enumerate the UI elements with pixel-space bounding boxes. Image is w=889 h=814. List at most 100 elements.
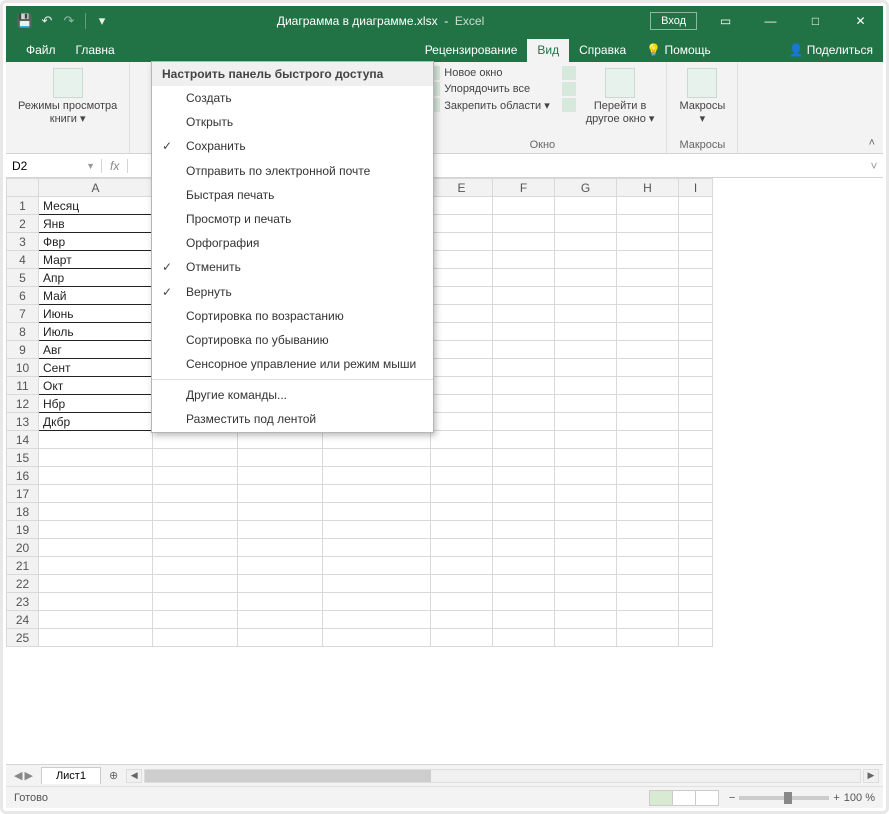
cell[interactable] <box>617 575 679 593</box>
cell[interactable] <box>493 395 555 413</box>
page-layout-view-button[interactable] <box>672 790 696 806</box>
cell[interactable] <box>431 323 493 341</box>
tab-review[interactable]: Рецензирование <box>415 39 528 62</box>
cell[interactable] <box>493 557 555 575</box>
cell[interactable] <box>431 503 493 521</box>
cell[interactable] <box>238 575 323 593</box>
cell[interactable] <box>323 431 431 449</box>
cell[interactable] <box>555 251 617 269</box>
hscroll-thumb[interactable] <box>145 770 431 782</box>
cell[interactable] <box>493 521 555 539</box>
chevron-down-icon[interactable]: ▼ <box>86 161 95 171</box>
cell[interactable] <box>323 629 431 647</box>
cell[interactable] <box>39 575 153 593</box>
row-header[interactable]: 14 <box>7 431 39 449</box>
name-box[interactable]: D2▼ <box>6 159 102 173</box>
zoom-level[interactable]: 100 % <box>844 792 875 804</box>
cell[interactable] <box>555 269 617 287</box>
hscroll-right-icon[interactable]: ▶ <box>863 769 879 783</box>
cell[interactable] <box>431 413 493 431</box>
row-header[interactable]: 12 <box>7 395 39 413</box>
cell[interactable] <box>617 377 679 395</box>
switch-windows-button[interactable]: Перейти в другое окно ▾ <box>582 66 659 127</box>
cell[interactable] <box>555 575 617 593</box>
cell[interactable] <box>679 539 713 557</box>
freeze-panes-button[interactable]: Закрепить области ▾ <box>426 98 549 112</box>
cell[interactable] <box>431 539 493 557</box>
cell[interactable]: Июль <box>39 323 153 341</box>
cell[interactable] <box>493 413 555 431</box>
fx-icon[interactable]: fx <box>102 159 128 173</box>
cell[interactable] <box>493 215 555 233</box>
cell[interactable] <box>431 611 493 629</box>
cell[interactable] <box>679 575 713 593</box>
cell[interactable] <box>323 611 431 629</box>
cell[interactable] <box>679 233 713 251</box>
row-header[interactable]: 25 <box>7 629 39 647</box>
redo-icon[interactable]: ↷ <box>60 12 78 30</box>
cell[interactable] <box>493 251 555 269</box>
cell[interactable] <box>679 611 713 629</box>
cell[interactable] <box>617 413 679 431</box>
undo-icon[interactable]: ↶ <box>38 12 56 30</box>
cell[interactable] <box>431 305 493 323</box>
cell[interactable] <box>679 215 713 233</box>
row-header[interactable]: 16 <box>7 467 39 485</box>
menu-item-more-commands[interactable]: Другие команды... <box>152 383 433 407</box>
close-icon[interactable]: ✕ <box>838 6 883 36</box>
cell[interactable] <box>493 233 555 251</box>
qat-customize-icon[interactable]: ▾ <box>93 12 111 30</box>
cell[interactable] <box>679 557 713 575</box>
zoom-out-button[interactable]: − <box>729 792 735 804</box>
cell[interactable] <box>617 341 679 359</box>
cell[interactable] <box>153 521 238 539</box>
col-header[interactable]: E <box>431 179 493 197</box>
cell[interactable] <box>238 539 323 557</box>
col-header[interactable]: A <box>39 179 153 197</box>
cell[interactable] <box>679 413 713 431</box>
cell[interactable] <box>555 395 617 413</box>
cell[interactable] <box>617 503 679 521</box>
cell[interactable] <box>238 629 323 647</box>
cell[interactable] <box>323 467 431 485</box>
cell[interactable] <box>153 467 238 485</box>
cell[interactable] <box>431 593 493 611</box>
cell[interactable]: Янв <box>39 215 153 233</box>
row-header[interactable]: 15 <box>7 449 39 467</box>
menu-item-6[interactable]: Орфография <box>152 231 433 255</box>
row-header[interactable]: 4 <box>7 251 39 269</box>
cell[interactable] <box>431 215 493 233</box>
new-window-button[interactable]: Новое окно <box>426 66 549 80</box>
cell[interactable] <box>617 269 679 287</box>
cell[interactable] <box>555 377 617 395</box>
cell[interactable] <box>238 431 323 449</box>
cell[interactable] <box>617 287 679 305</box>
menu-item-5[interactable]: Просмотр и печать <box>152 207 433 231</box>
cell[interactable] <box>431 269 493 287</box>
cell[interactable] <box>39 611 153 629</box>
row-header[interactable]: 20 <box>7 539 39 557</box>
cell[interactable] <box>431 467 493 485</box>
cell[interactable] <box>431 431 493 449</box>
cell[interactable] <box>679 449 713 467</box>
cell[interactable]: Сент <box>39 359 153 377</box>
cell[interactable] <box>238 557 323 575</box>
cell[interactable] <box>679 377 713 395</box>
cell[interactable] <box>679 323 713 341</box>
row-header[interactable]: 18 <box>7 503 39 521</box>
cell[interactable] <box>431 449 493 467</box>
cell[interactable] <box>39 521 153 539</box>
page-break-view-button[interactable] <box>695 790 719 806</box>
cell[interactable] <box>153 611 238 629</box>
cell[interactable] <box>617 197 679 215</box>
cell[interactable] <box>323 539 431 557</box>
cell[interactable] <box>493 269 555 287</box>
cell[interactable] <box>238 593 323 611</box>
row-header[interactable]: 5 <box>7 269 39 287</box>
cell[interactable] <box>617 251 679 269</box>
save-icon[interactable]: 💾 <box>16 12 34 30</box>
cell[interactable] <box>617 485 679 503</box>
cell[interactable] <box>679 269 713 287</box>
cell[interactable] <box>493 323 555 341</box>
cell[interactable] <box>431 521 493 539</box>
